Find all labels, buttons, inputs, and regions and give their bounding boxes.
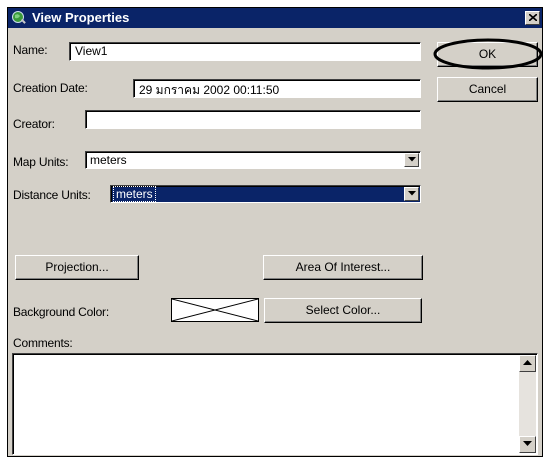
background-color-label: Background Color: (13, 305, 109, 319)
chevron-down-icon (408, 157, 416, 162)
creation-date-field: 29 มกราคม 2002 00:11:50 (133, 79, 421, 98)
background-color-swatch[interactable] (171, 298, 259, 322)
map-units-dropdown[interactable]: meters (85, 151, 421, 169)
distance-units-label: Distance Units: (13, 188, 91, 202)
distance-units-dropdown[interactable]: meters (110, 185, 421, 203)
select-color-button[interactable]: Select Color... (264, 298, 422, 323)
cancel-button[interactable]: Cancel (437, 77, 538, 102)
title-bar[interactable]: View Properties (8, 8, 542, 28)
chevron-down-icon (408, 191, 416, 196)
arrow-up-icon (523, 360, 532, 365)
comments-scrollbar[interactable] (519, 355, 536, 453)
distance-units-dropdown-button[interactable] (404, 187, 419, 201)
name-field[interactable]: View1 (69, 42, 421, 61)
map-units-dropdown-button[interactable] (404, 153, 419, 167)
creation-date-label: Creation Date: (13, 81, 88, 95)
distance-units-value: meters (113, 186, 156, 202)
comments-label: Comments: (13, 336, 73, 350)
empty-color-icon (171, 298, 259, 322)
creator-field[interactable] (85, 110, 421, 129)
comments-textarea[interactable] (12, 353, 538, 455)
highlight-circle (433, 38, 543, 70)
map-units-value: meters (90, 153, 127, 167)
close-icon (529, 14, 537, 21)
scroll-up-button[interactable] (519, 355, 536, 372)
area-of-interest-button[interactable]: Area Of Interest... (263, 255, 423, 280)
view-properties-dialog: View Properties Name: View1 Creation Dat… (7, 7, 543, 457)
close-button[interactable] (525, 11, 540, 25)
scroll-down-button[interactable] (519, 436, 536, 453)
arrow-down-icon (523, 441, 532, 446)
map-units-label: Map Units: (13, 155, 69, 169)
window-title: View Properties (32, 10, 130, 25)
globe-icon (12, 11, 26, 24)
projection-button[interactable]: Projection... (15, 255, 139, 280)
name-label: Name: (13, 43, 48, 57)
creator-label: Creator: (13, 117, 55, 131)
